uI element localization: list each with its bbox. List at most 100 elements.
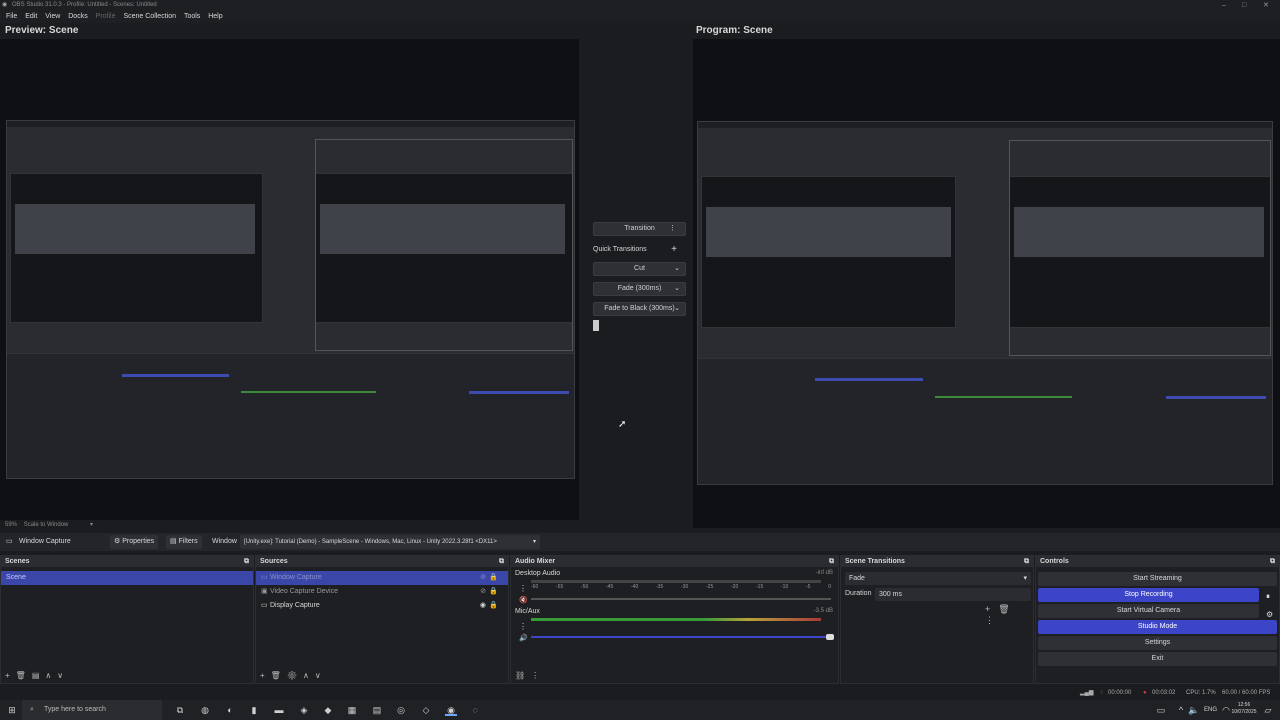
- app-icon[interactable]: ◈: [298, 704, 310, 716]
- transition-button[interactable]: Transition ⋮: [593, 222, 686, 236]
- source-item-window-capture[interactable]: ▭ Window Capture ⊘ 🔒: [256, 571, 508, 585]
- lock-icon[interactable]: 🔒: [489, 585, 498, 599]
- move-down-icon[interactable]: ∨: [315, 671, 327, 680]
- start-virtual-camera-button[interactable]: Start Virtual Camera: [1038, 604, 1259, 618]
- chevron-down-icon[interactable]: ⌄: [674, 303, 680, 315]
- quick-transition-fade[interactable]: Fade (300ms) ⌄: [593, 282, 686, 296]
- menu-bar: File Edit View Docks Profile Scene Colle…: [0, 11, 1280, 23]
- volume-slider-handle[interactable]: [826, 634, 834, 640]
- menu-file[interactable]: File: [6, 13, 17, 20]
- move-down-icon[interactable]: ∨: [57, 671, 69, 680]
- scene-item[interactable]: Scene: [1, 571, 253, 585]
- settings-button[interactable]: Settings: [1038, 636, 1277, 650]
- pause-icon[interactable]: ⏸: [1266, 592, 1270, 602]
- clock[interactable]: 12:56 10/07/2025: [1229, 702, 1259, 716]
- source-item-display-capture[interactable]: ▭ Display Capture ◉ 🔒: [256, 599, 508, 613]
- add-icon[interactable]: +: [985, 604, 998, 614]
- speaker-icon[interactable]: 🔊: [519, 634, 528, 642]
- exit-button[interactable]: Exit: [1038, 652, 1277, 666]
- taskbar-search[interactable]: ⌕ Type here to search: [22, 700, 162, 720]
- chrome-icon[interactable]: ◎: [395, 704, 407, 716]
- menu-edit[interactable]: Edit: [25, 13, 37, 20]
- eye-icon[interactable]: ◉: [480, 599, 486, 613]
- browser-icon[interactable]: ◍: [199, 704, 211, 716]
- undock-icon[interactable]: ⧉: [1024, 556, 1029, 567]
- meter-tick: -25: [706, 584, 714, 590]
- visual-studio-icon[interactable]: ◆: [322, 704, 334, 716]
- move-up-icon[interactable]: ∧: [303, 671, 315, 680]
- undock-icon[interactable]: ⧉: [244, 556, 249, 567]
- unity-icon[interactable]: ◇: [420, 704, 432, 716]
- chevron-down-icon[interactable]: ⌄: [674, 283, 680, 295]
- transition-menu-icon[interactable]: ⋮: [669, 223, 676, 235]
- transition-type-select[interactable]: Fade ▾: [845, 572, 1031, 585]
- link-icon[interactable]: ⛓: [515, 671, 531, 680]
- minimize-icon[interactable]: –: [1222, 0, 1226, 11]
- add-quick-transition-icon[interactable]: +: [671, 244, 677, 256]
- undock-icon[interactable]: ⧉: [1270, 556, 1275, 567]
- duration-input[interactable]: 300 ms: [875, 588, 1031, 601]
- move-up-icon[interactable]: ∧: [45, 671, 57, 680]
- speaker-muted-icon[interactable]: 🔇: [519, 596, 528, 604]
- studio-mode-button[interactable]: Studio Mode: [1038, 620, 1277, 634]
- menu-tools[interactable]: Tools: [184, 13, 200, 20]
- app-icon[interactable]: ◌: [469, 704, 481, 716]
- app-icon[interactable]: ▮: [248, 704, 260, 716]
- close-icon[interactable]: ✕: [1263, 0, 1269, 11]
- menu-profile[interactable]: Profile: [96, 13, 116, 20]
- gear-icon[interactable]: ⚙: [287, 671, 303, 680]
- trash-icon[interactable]: 🗑: [998, 604, 1017, 614]
- lock-icon[interactable]: 🔒: [489, 571, 498, 585]
- chevron-down-icon[interactable]: ⌄: [674, 263, 680, 275]
- t-bar-slider-handle[interactable]: [593, 320, 599, 331]
- menu-icon[interactable]: ⋮: [985, 615, 1002, 625]
- menu-icon[interactable]: ⋮: [531, 671, 545, 680]
- quick-transition-cut[interactable]: Cut ⌄: [593, 262, 686, 276]
- preview-canvas[interactable]: [0, 39, 579, 520]
- eye-hidden-icon[interactable]: ⊘: [480, 571, 486, 585]
- language-indicator[interactable]: ENG: [1204, 700, 1217, 720]
- properties-button[interactable]: ⚙ Properties: [110, 535, 158, 549]
- menu-docks[interactable]: Docks: [68, 13, 87, 20]
- preview-zoom-status[interactable]: 59% Scale to Window ▾: [5, 521, 93, 528]
- trash-icon[interactable]: 🗑: [271, 671, 287, 680]
- scene-transitions-dock: Scene Transitions ⧉ Fade ▾ Duration 300 ms…: [840, 555, 1034, 684]
- channel-menu-icon[interactable]: ⋮: [519, 622, 527, 631]
- menu-view[interactable]: View: [45, 13, 60, 20]
- quick-transition-fade-to-black[interactable]: Fade to Black (300ms) ⌄: [593, 302, 686, 316]
- obs-icon[interactable]: ◉: [445, 704, 457, 716]
- tray-icon[interactable]: ▭: [1155, 704, 1167, 716]
- channel-menu-icon[interactable]: ⋮: [519, 584, 527, 593]
- gear-icon[interactable]: ⚙: [1266, 610, 1273, 619]
- add-icon[interactable]: +: [260, 671, 271, 680]
- start-streaming-button[interactable]: Start Streaming: [1038, 572, 1277, 586]
- menu-scene-collection[interactable]: Scene Collection: [123, 13, 176, 20]
- windows-start-icon[interactable]: ⊞: [6, 704, 18, 716]
- folder-icon[interactable]: ▬: [273, 704, 285, 716]
- notification-icon[interactable]: ▱: [1262, 704, 1274, 716]
- menu-help[interactable]: Help: [208, 13, 222, 20]
- stop-recording-button[interactable]: Stop Recording: [1038, 588, 1259, 602]
- volume-slider[interactable]: [531, 636, 831, 638]
- undock-icon[interactable]: ⧉: [499, 556, 504, 567]
- add-icon[interactable]: +: [5, 671, 16, 680]
- channel-db: -inf dB: [815, 570, 833, 576]
- edge-icon[interactable]: ◐: [224, 704, 236, 716]
- undock-icon[interactable]: ⧉: [829, 556, 834, 567]
- lock-icon[interactable]: 🔒: [489, 599, 498, 613]
- filters-button[interactable]: ▤ Filters: [166, 535, 202, 549]
- filter-icon[interactable]: ▤: [32, 671, 46, 680]
- source-item-video-capture[interactable]: ▣ Video Capture Device ⊘ 🔒: [256, 585, 508, 599]
- chevron-up-icon[interactable]: ^: [1175, 704, 1187, 716]
- maximize-icon[interactable]: □: [1242, 0, 1246, 11]
- chevron-down-icon[interactable]: ▾: [90, 522, 93, 528]
- trash-icon[interactable]: 🗑: [16, 671, 32, 680]
- zoom-level: 59%: [5, 522, 18, 528]
- window-select[interactable]: [Unity.exe]: Tutorial (Demo) - SampleSce…: [240, 535, 540, 549]
- speaker-icon[interactable]: 🔈: [1188, 704, 1200, 716]
- eye-hidden-icon[interactable]: ⊘: [480, 585, 486, 599]
- volume-slider[interactable]: [531, 598, 831, 600]
- app-icon[interactable]: ▦: [346, 704, 358, 716]
- store-icon[interactable]: ▤: [371, 704, 383, 716]
- task-view-icon[interactable]: ⧉: [174, 704, 186, 716]
